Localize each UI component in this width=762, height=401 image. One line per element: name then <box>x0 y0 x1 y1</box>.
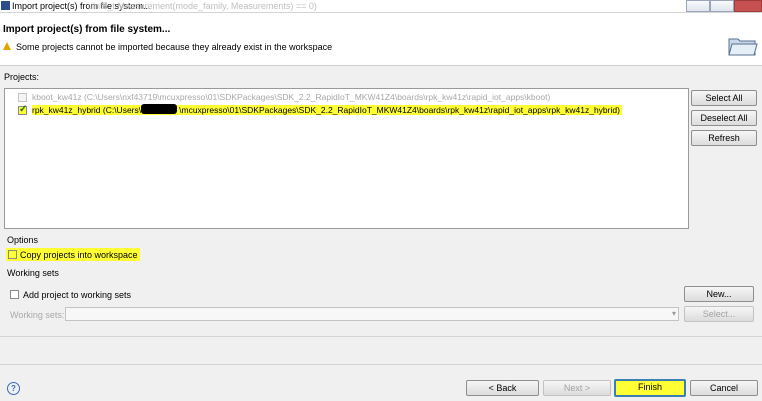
new-working-set-button[interactable]: New... <box>684 286 754 302</box>
back-button[interactable]: < Back <box>466 380 539 396</box>
working-sets-combo[interactable]: ▾ <box>65 307 679 321</box>
list-item[interactable]: rpk_kw41z_hybrid (C:\Users\\mcuxpresso\0… <box>11 104 622 117</box>
app-icon <box>1 1 10 10</box>
options-label: Options <box>7 235 39 245</box>
copy-projects-checkbox[interactable] <box>8 250 17 259</box>
background-text: uint8_t Measurement(mode_family, Measure… <box>88 1 317 11</box>
select-working-set-button[interactable]: Select... <box>684 306 754 322</box>
working-sets-field-label: Working sets: <box>10 310 65 320</box>
warning-icon <box>3 42 11 50</box>
folder-icon <box>728 38 758 56</box>
deselect-all-button[interactable]: Deselect All <box>691 110 757 126</box>
project-label: rpk_kw41z_hybrid (C:\Users\ \mcuxpresso\0… <box>32 105 622 115</box>
project-checkbox[interactable] <box>18 93 27 102</box>
project-checkbox[interactable] <box>18 104 27 115</box>
add-to-working-sets-label: Add project to working sets <box>23 290 132 300</box>
finish-button[interactable]: Finish <box>614 379 686 397</box>
maximize-button[interactable] <box>710 0 734 12</box>
divider <box>0 336 762 337</box>
copy-projects-label: Copy projects into workspace <box>20 250 138 260</box>
working-sets-label: Working sets <box>7 268 59 278</box>
refresh-button[interactable]: Refresh <box>691 130 757 146</box>
redaction-mark <box>141 104 177 114</box>
list-item[interactable]: kboot_kw41z (C:\Users\nxf43719\mcuxpress… <box>11 92 550 104</box>
project-label: kboot_kw41z (C:\Users\nxf43719\mcuxpress… <box>32 92 551 102</box>
cancel-button[interactable]: Cancel <box>690 380 758 396</box>
divider <box>0 364 762 365</box>
help-icon[interactable]: ? <box>7 382 20 395</box>
projects-list[interactable]: kboot_kw41z (C:\Users\nxf43719\mcuxpress… <box>4 88 689 229</box>
chevron-down-icon: ▾ <box>671 309 676 318</box>
close-button[interactable] <box>734 0 762 12</box>
next-button[interactable]: Next > <box>543 380 611 396</box>
add-to-working-sets-checkbox[interactable] <box>10 290 19 299</box>
header-message: Some projects cannot be imported because… <box>16 42 333 52</box>
wizard-header: Import project(s) from file system... So… <box>0 13 762 66</box>
title-bar: Import project(s) from file system... ui… <box>0 0 762 13</box>
select-all-button[interactable]: Select All <box>691 90 757 106</box>
page-title: Import project(s) from file system... <box>3 24 171 35</box>
projects-label: Projects: <box>4 72 40 82</box>
minimize-button[interactable] <box>686 0 710 12</box>
